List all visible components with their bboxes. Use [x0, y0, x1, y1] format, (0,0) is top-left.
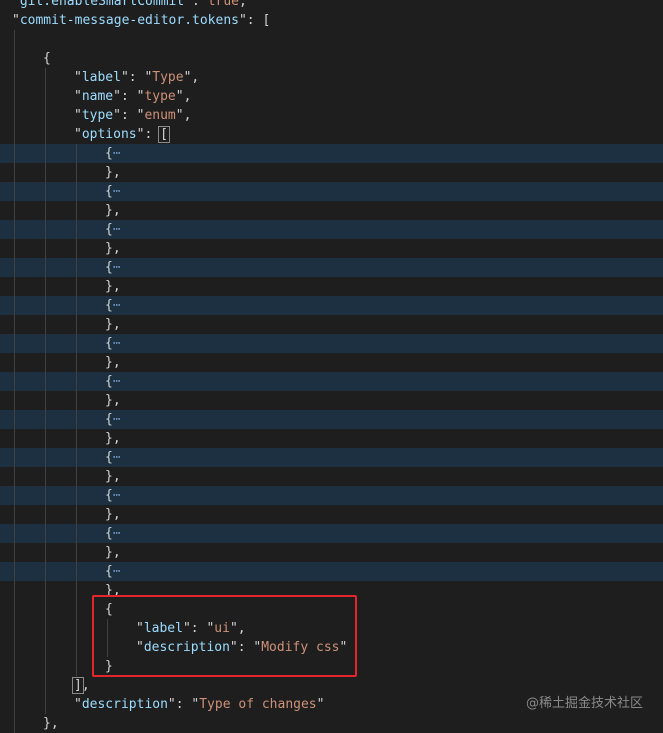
code-line: "options": [: [0, 125, 663, 144]
json-value: Type of changes: [199, 697, 317, 712]
code-line: },: [0, 163, 663, 182]
code-line: },: [0, 239, 663, 258]
code-line: },: [0, 391, 663, 410]
folded-object-line[interactable]: {⋯: [0, 448, 663, 467]
json-value: Type: [152, 70, 184, 85]
json-key: type: [81, 108, 114, 123]
fold-ellipsis-icon[interactable]: ⋯: [113, 260, 121, 275]
code-line: [0, 30, 663, 49]
bracket-match-open: [: [158, 126, 170, 143]
code-line: "label": "Type",: [0, 68, 663, 87]
fold-ellipsis-icon[interactable]: ⋯: [113, 526, 121, 541]
code-line: },: [0, 353, 663, 372]
code-line: },: [0, 543, 663, 562]
code-line: },: [0, 467, 663, 486]
folded-object-line[interactable]: {⋯: [0, 486, 663, 505]
fold-ellipsis-icon[interactable]: ⋯: [113, 374, 121, 389]
code-line: "commit-message-editor.tokens": [: [12, 13, 271, 28]
folded-object-line[interactable]: {⋯: [0, 220, 663, 239]
folded-object-line[interactable]: {⋯: [0, 182, 663, 201]
fold-ellipsis-icon[interactable]: ⋯: [113, 298, 121, 313]
json-value: enum: [144, 108, 176, 123]
code-editor[interactable]: "git.enableSmartCommit": true, "commit-m…: [0, 0, 663, 733]
bracket-match-close: ]: [72, 677, 84, 694]
fold-ellipsis-icon[interactable]: ⋯: [113, 146, 121, 161]
folded-object-line[interactable]: {⋯: [0, 334, 663, 353]
json-key: commit-message-editor.tokens: [19, 13, 239, 28]
code-line: },: [0, 714, 663, 733]
json-key: git.enableSmartCommit: [19, 0, 185, 9]
folded-object-line[interactable]: {⋯: [0, 372, 663, 391]
json-value: type: [144, 89, 176, 104]
code-line: {: [0, 49, 663, 68]
watermark: @稀土掘金技术社区: [525, 696, 643, 711]
folded-object-line[interactable]: {⋯: [0, 524, 663, 543]
code-line: "name": "type",: [0, 87, 663, 106]
json-key: name: [81, 89, 114, 104]
folded-object-line[interactable]: {⋯: [0, 258, 663, 277]
code-line: "git.enableSmartCommit": true,: [0, 0, 663, 11]
fold-ellipsis-icon[interactable]: ⋯: [113, 222, 121, 237]
fold-ellipsis-icon[interactable]: ⋯: [113, 184, 121, 199]
code-line: },: [0, 277, 663, 296]
fold-ellipsis-icon[interactable]: ⋯: [113, 450, 121, 465]
json-key: options: [81, 127, 137, 142]
fold-ellipsis-icon[interactable]: ⋯: [113, 488, 121, 503]
json-key: label: [81, 70, 121, 85]
code-line: },: [0, 429, 663, 448]
folded-object-line[interactable]: {⋯: [0, 296, 663, 315]
fold-ellipsis-icon[interactable]: ⋯: [113, 564, 121, 579]
code-line: },: [0, 505, 663, 524]
folded-object-line[interactable]: {⋯: [0, 410, 663, 429]
code-line: },: [0, 315, 663, 334]
folded-object-line[interactable]: {⋯: [0, 562, 663, 581]
json-key: description: [81, 697, 168, 712]
folded-object-line[interactable]: {⋯: [0, 144, 663, 163]
fold-ellipsis-icon[interactable]: ⋯: [113, 336, 121, 351]
fold-ellipsis-icon[interactable]: ⋯: [113, 412, 121, 427]
json-value: true: [207, 0, 239, 9]
code-line: },: [0, 201, 663, 220]
code-line: "type": "enum",: [0, 106, 663, 125]
annotation-box: [92, 595, 357, 677]
